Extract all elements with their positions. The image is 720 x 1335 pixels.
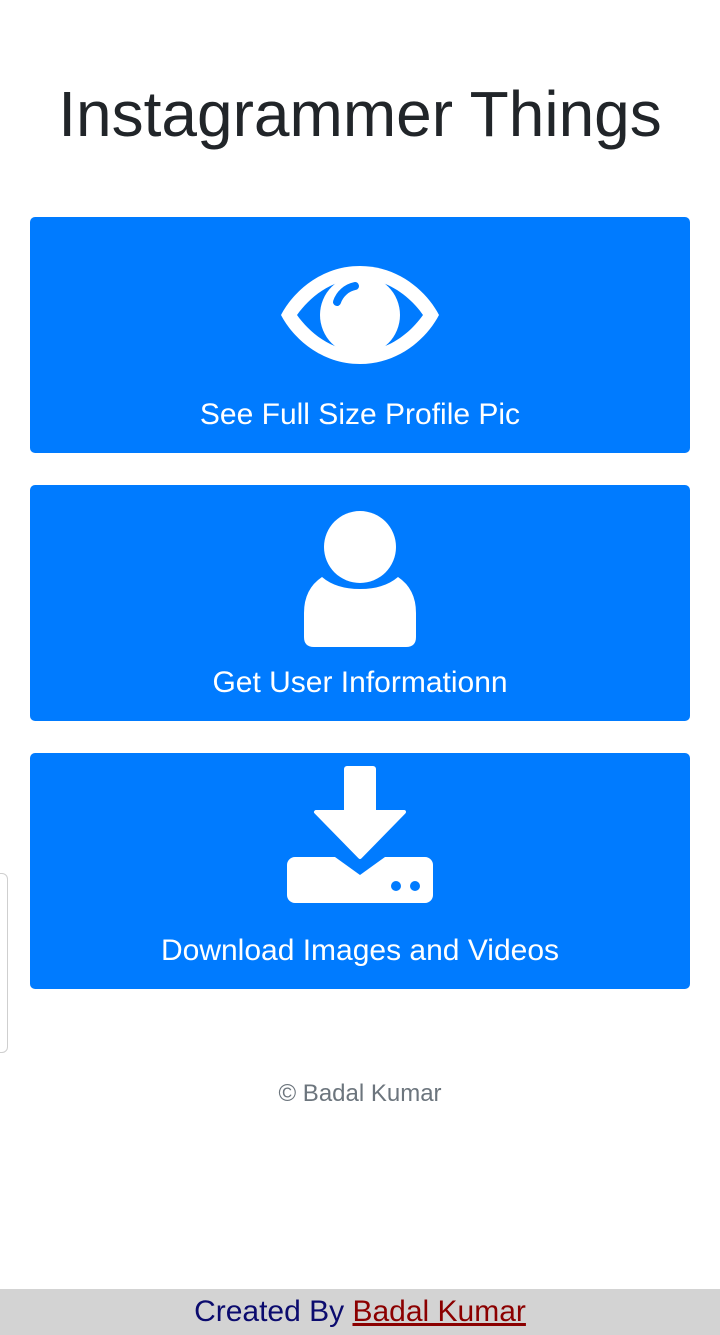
download-button[interactable]: Download Images and Videos [30,753,690,989]
user-info-button[interactable]: Get User Informationn [30,485,690,721]
page-title: Instagrammer Things [58,78,662,150]
footer-bar: Created By Badal Kumar [0,1289,720,1335]
download-button-label: Download Images and Videos [160,934,560,967]
user-info-button-label: Get User Informationn [212,666,508,699]
profile-pic-button-label: See Full Size Profile Pic [199,398,521,431]
user-icon [30,509,690,649]
copyright-text: © Badal Kumar [278,1080,442,1107]
page: Instagrammer Things See Full Size Profil… [0,0,720,1335]
author-link[interactable]: Badal Kumar [352,1295,525,1328]
profile-pic-button[interactable]: See Full Size Profile Pic [30,217,690,453]
side-drawer-tab[interactable] [0,873,8,1053]
download-icon [30,765,690,905]
eye-icon [30,262,690,368]
footer-prefix: Created By [194,1295,353,1328]
